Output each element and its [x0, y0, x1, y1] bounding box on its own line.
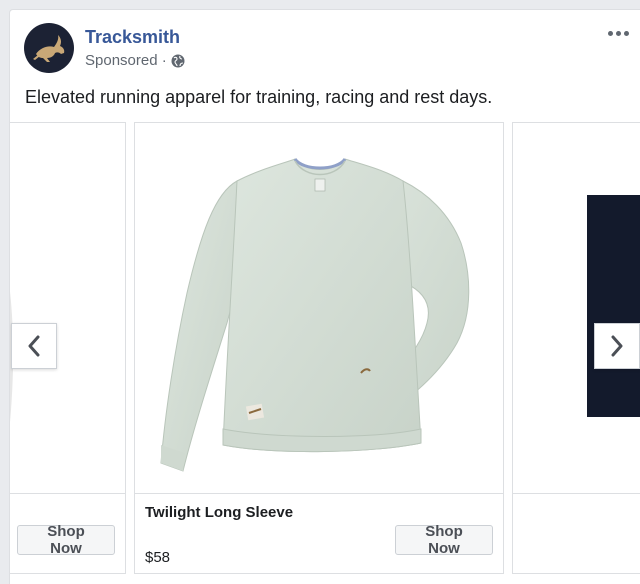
brand-avatar[interactable]	[24, 23, 74, 73]
product-price: $58	[145, 549, 171, 566]
brand-name-link[interactable]: Tracksmith	[85, 27, 180, 48]
sponsored-label: Sponsored ·	[85, 52, 167, 69]
post-caption: Elevated running apparel for training, r…	[25, 87, 493, 107]
sponsored-line: Sponsored ·	[85, 52, 185, 69]
chevron-right-icon	[611, 335, 623, 357]
more-options-icon[interactable]	[606, 24, 630, 42]
globe-icon[interactable]	[171, 54, 185, 68]
chevron-left-icon	[28, 335, 40, 357]
carousel-next-button[interactable]	[594, 323, 640, 369]
product-image[interactable]	[10, 123, 125, 493]
product-title[interactable]: Twilight Long Sleeve	[145, 504, 293, 521]
carousel-prev-button[interactable]	[11, 323, 57, 369]
product-image[interactable]	[135, 123, 503, 493]
shop-now-button[interactable]: Shop Now	[17, 523, 115, 557]
hare-logo-icon	[33, 35, 65, 62]
sponsored-post: Tracksmith Sponsored · Elevated running …	[9, 9, 640, 584]
shop-now-button[interactable]: Shop Now	[395, 523, 493, 557]
product-image[interactable]	[513, 123, 640, 493]
long-sleeve-shirt-image	[160, 157, 470, 472]
carousel-card-main[interactable]: Twilight Long Sleeve $58 Shop Now	[134, 122, 504, 574]
